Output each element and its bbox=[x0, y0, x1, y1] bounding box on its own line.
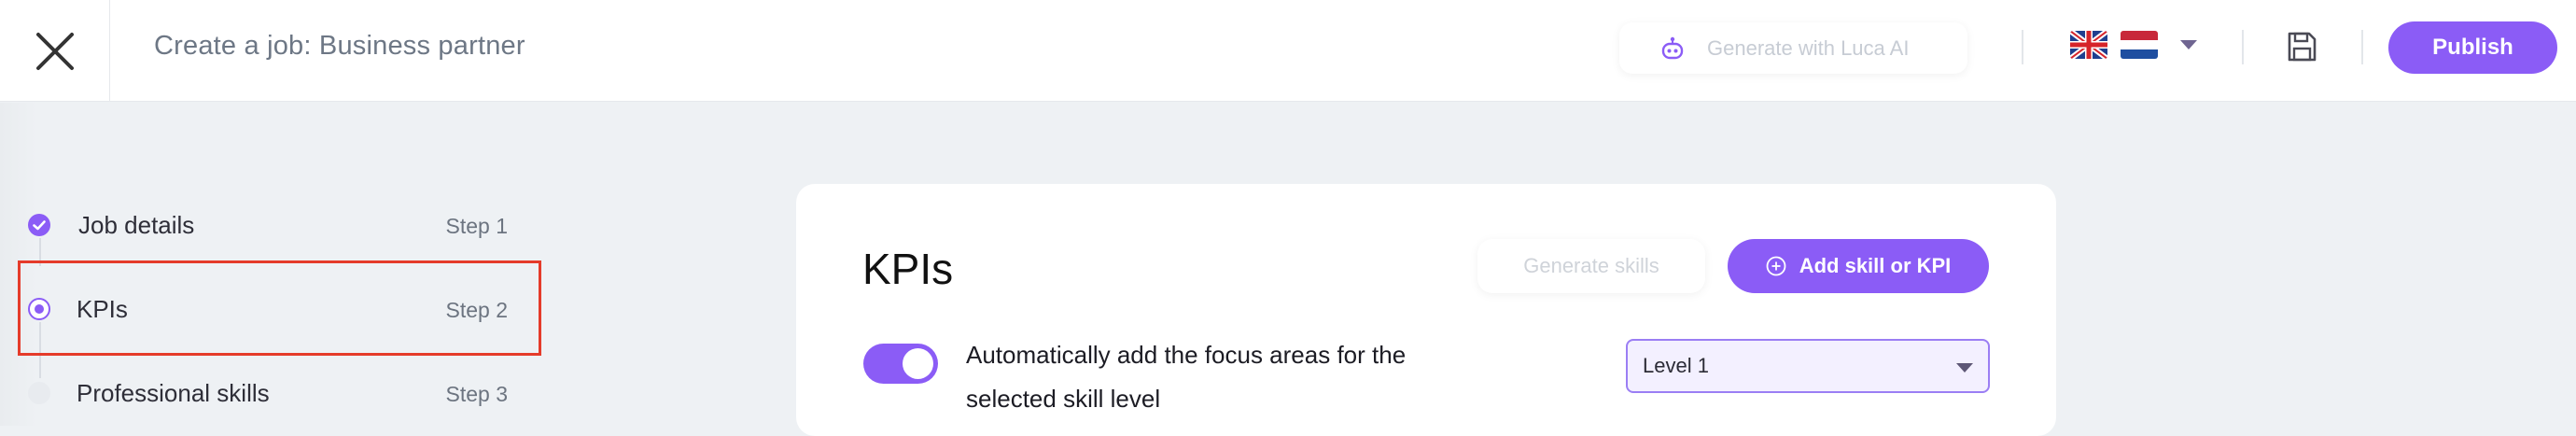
save-icon bbox=[2288, 32, 2317, 62]
divider bbox=[2361, 30, 2363, 64]
save-button[interactable] bbox=[2281, 26, 2322, 67]
page-title: Create a job: Business partner bbox=[154, 31, 525, 61]
close-icon bbox=[35, 32, 74, 70]
step-item-professional-skills[interactable]: Professional skills Step 3 bbox=[0, 360, 523, 426]
publish-button[interactable]: Publish bbox=[2388, 21, 2557, 74]
auto-add-toggle[interactable] bbox=[863, 344, 938, 384]
robot-icon bbox=[1659, 35, 1687, 63]
kpis-card: KPIs Generate skills Add skill or KPI Au… bbox=[796, 184, 2056, 436]
add-skill-label: Add skill or KPI bbox=[1799, 254, 1952, 277]
add-skill-button[interactable]: Add skill or KPI bbox=[1728, 239, 1989, 293]
chevron-down-icon[interactable] bbox=[2180, 40, 2197, 49]
step-item-job-details[interactable]: Job details Step 1 bbox=[0, 192, 523, 258]
step-number: Step 1 bbox=[445, 214, 509, 238]
check-circle-icon bbox=[28, 214, 50, 236]
generate-with-ai-button[interactable]: Generate with Luca AI bbox=[1619, 22, 1967, 74]
level-select[interactable]: Level 1 bbox=[1626, 339, 1990, 393]
chevron-down-icon bbox=[1956, 363, 1973, 373]
auto-add-label-line: selected skill level bbox=[966, 385, 1161, 413]
pending-step-icon bbox=[28, 382, 50, 404]
highlight-box bbox=[18, 260, 541, 356]
level-select-value: Level 1 bbox=[1643, 354, 1709, 377]
generate-with-ai-label: Generate with Luca AI bbox=[1707, 35, 1910, 60]
step-number: Step 3 bbox=[445, 382, 509, 406]
auto-add-label: Automatically add the focus areas for th… bbox=[966, 333, 1489, 421]
toggle-knob bbox=[903, 348, 933, 379]
generate-skills-button[interactable]: Generate skills bbox=[1477, 239, 1705, 293]
step-label: Professional skills bbox=[77, 379, 270, 407]
divider bbox=[2242, 30, 2244, 64]
top-bar: Create a job: Business partner Generate … bbox=[0, 0, 2576, 102]
language-switcher[interactable] bbox=[2070, 31, 2197, 59]
auto-add-label-line: Automatically add the focus areas for th… bbox=[966, 341, 1407, 369]
step-label: Job details bbox=[78, 211, 195, 239]
flag-nl-icon bbox=[2121, 31, 2158, 59]
close-button[interactable] bbox=[0, 0, 110, 102]
card-title: KPIs bbox=[862, 245, 954, 293]
divider bbox=[2022, 30, 2023, 64]
flag-uk-icon bbox=[2070, 31, 2107, 59]
plus-circle-icon bbox=[1766, 256, 1786, 276]
